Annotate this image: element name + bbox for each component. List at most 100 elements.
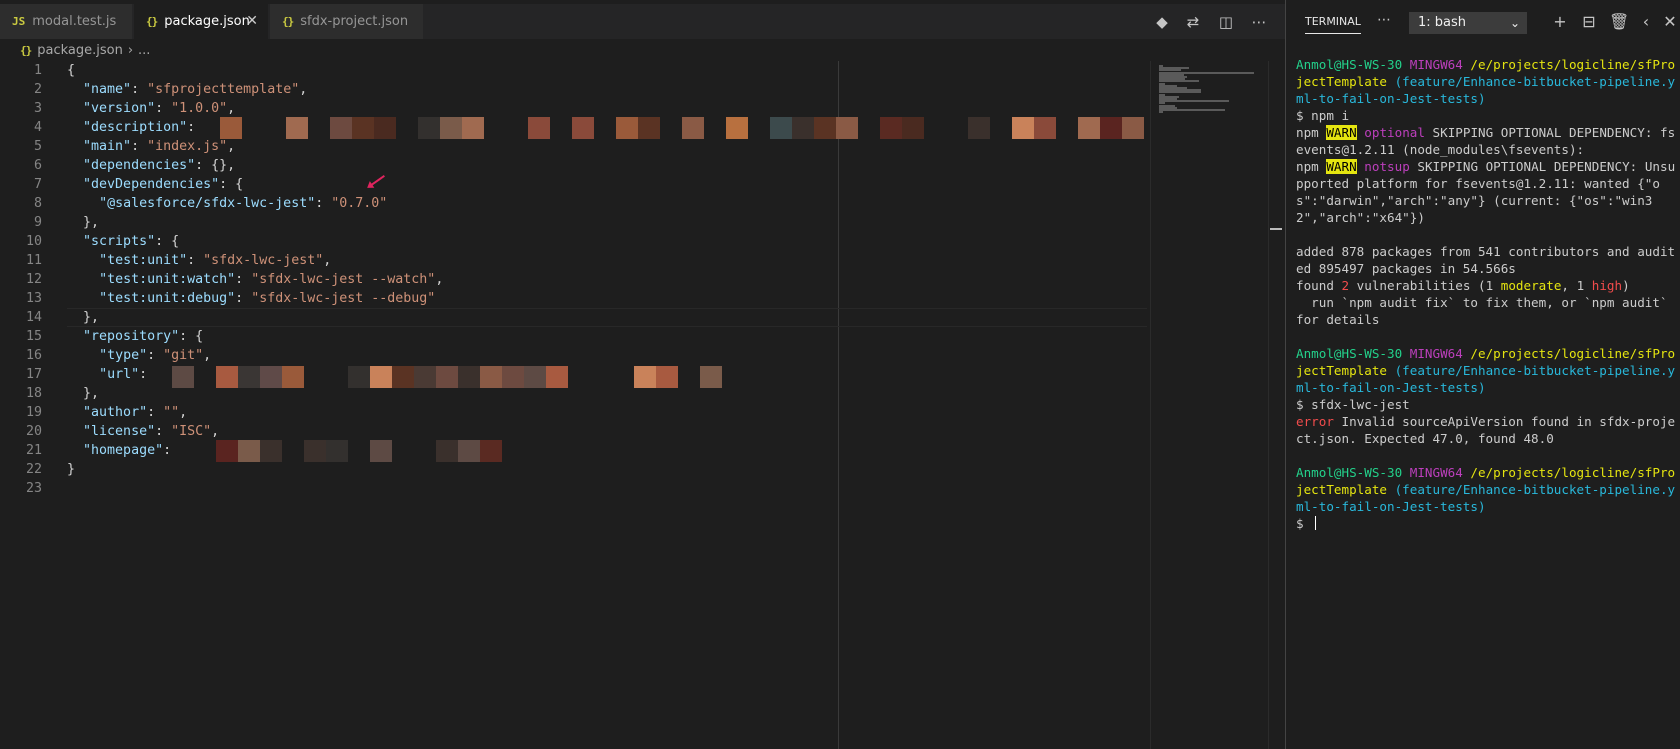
- breadcrumb: {} package.json › ...: [0, 39, 1150, 61]
- redaction-block: [502, 366, 524, 388]
- line-number: 23: [25, 481, 42, 496]
- terminal-text: WARN: [1326, 125, 1357, 140]
- split-editor-icon[interactable]: ◫: [1217, 13, 1235, 31]
- redaction-block: [770, 117, 792, 139]
- code-area[interactable]: 1{2 "name": "sfprojecttemplate", 3 "versi…: [0, 61, 1150, 749]
- code-line[interactable]: 8 "@salesforce/sfdx-lwc-jest": "0.7.0": [0, 194, 1150, 213]
- line-number: 12: [25, 272, 42, 287]
- terminal-line: npm WARN optional SKIPPING OPTIONAL DEPE…: [1296, 124, 1676, 158]
- terminal-text: Invalid sourceApiVersion found in sfdx-p…: [1296, 414, 1676, 446]
- scrollbar-position-mark: [1270, 228, 1282, 230]
- code-line[interactable]: 19 "author": "",: [0, 403, 1150, 422]
- minimap-line: [1159, 91, 1201, 94]
- code-line[interactable]: 15 "repository": {: [0, 327, 1150, 346]
- redaction-block: [348, 366, 370, 388]
- terminal-text: found: [1296, 278, 1342, 293]
- terminal-shell-value: 1: bash: [1418, 15, 1467, 30]
- tab-modal-test-js[interactable]: JS modal.test.js: [0, 4, 132, 39]
- code-text: "main": "index.js",: [83, 139, 236, 154]
- terminal-text: Anmol@HS-WS-30: [1296, 465, 1410, 480]
- line-number: 1: [33, 63, 42, 78]
- code-text: "version": "1.0.0",: [83, 101, 236, 116]
- code-line[interactable]: 16 "type": "git",: [0, 346, 1150, 365]
- new-terminal-icon[interactable]: +: [1551, 12, 1569, 32]
- kill-terminal-icon[interactable]: 🗑: [1609, 12, 1629, 32]
- more-icon[interactable]: ⋯: [1377, 12, 1391, 28]
- code-text: "dependencies": {},: [83, 158, 236, 173]
- redaction-block: [260, 366, 282, 388]
- terminal-shell-select[interactable]: 1: bash ⌄: [1409, 12, 1527, 34]
- code-line[interactable]: 22}: [0, 460, 1150, 479]
- redaction-block: [528, 117, 550, 139]
- code-text: "description":: [83, 120, 196, 135]
- redaction-block: [238, 440, 260, 462]
- code-line[interactable]: 13 "test:unit:debug": "sfdx-lwc-jest --d…: [0, 289, 1150, 308]
- open-changes-icon[interactable]: ◆: [1153, 13, 1171, 31]
- code-text: "url":: [99, 367, 148, 382]
- code-line[interactable]: 20 "license": "ISC",: [0, 422, 1150, 441]
- redaction-block: [260, 440, 282, 462]
- redaction-block: [436, 366, 458, 388]
- redaction-block: [330, 117, 352, 139]
- editor-pane[interactable]: JS modal.test.js {} package.json ✕ {} sf…: [0, 0, 1285, 749]
- terminal-text: MINGW64: [1409, 465, 1471, 480]
- breadcrumb-symbol[interactable]: ...: [138, 43, 150, 58]
- json-file-icon: {}: [282, 15, 294, 28]
- code-line[interactable]: 10 "scripts": {: [0, 232, 1150, 251]
- code-line[interactable]: 6 "dependencies": {},: [0, 156, 1150, 175]
- code-line[interactable]: 7 "devDependencies": {: [0, 175, 1150, 194]
- terminal-text: moderate: [1500, 278, 1562, 293]
- redaction-block: [546, 366, 568, 388]
- more-actions-icon[interactable]: ⋯: [1250, 13, 1268, 31]
- tab-sfdx-project-json[interactable]: {} sfdx-project.json: [270, 4, 423, 39]
- terminal-text: error: [1296, 414, 1334, 429]
- terminal-output[interactable]: Anmol@HS-WS-30 MINGW64 /e/projects/logic…: [1296, 56, 1676, 532]
- line-number: 10: [25, 234, 42, 249]
- terminal-text: MINGW64: [1409, 346, 1471, 361]
- terminal-text: , 1: [1561, 278, 1592, 293]
- tab-package-json[interactable]: {} package.json ✕: [134, 4, 268, 39]
- minimap[interactable]: [1150, 61, 1268, 749]
- redaction-block: [616, 117, 638, 139]
- compare-icon[interactable]: ⇄: [1184, 13, 1202, 31]
- terminal-cursor: [1315, 516, 1317, 530]
- code-line[interactable]: 3 "version": "1.0.0",: [0, 99, 1150, 118]
- redaction-block: [370, 366, 392, 388]
- line-number: 4: [33, 120, 42, 135]
- line-number: 20: [25, 424, 42, 439]
- redaction-block: [524, 366, 546, 388]
- line-number: 19: [25, 405, 42, 420]
- code-line[interactable]: 14 },: [0, 308, 1150, 327]
- code-line[interactable]: 1{: [0, 61, 1150, 80]
- terminal-line: found 2 vulnerabilities (1 moderate, 1 h…: [1296, 277, 1676, 294]
- code-line[interactable]: 9 },: [0, 213, 1150, 232]
- tab-label: package.json: [164, 14, 250, 29]
- terminal-panel[interactable]: TERMINAL ⋯ 1: bash ⌄ + ⊟ 🗑 ‹ ✕ Anmol@HS-…: [1285, 0, 1680, 749]
- tab-label: modal.test.js: [32, 14, 117, 29]
- redaction-block: [638, 117, 660, 139]
- code-line[interactable]: 2 "name": "sfprojecttemplate",: [0, 80, 1150, 99]
- close-icon[interactable]: ✕: [1661, 12, 1679, 32]
- code-line[interactable]: 11 "test:unit": "sfdx-lwc-jest",: [0, 251, 1150, 270]
- redaction-block: [392, 366, 414, 388]
- code-text: {: [67, 63, 76, 78]
- vertical-scrollbar[interactable]: [1268, 61, 1282, 749]
- code-line[interactable]: 5 "main": "index.js",: [0, 137, 1150, 156]
- redaction-block: [902, 117, 924, 139]
- code-text: },: [83, 386, 100, 401]
- redaction-block: [880, 117, 902, 139]
- terminal-tab[interactable]: TERMINAL: [1305, 15, 1361, 34]
- code-line[interactable]: 21 "homepage":: [0, 441, 1150, 460]
- redaction-block: [370, 440, 392, 462]
- code-line[interactable]: 12 "test:unit:watch": "sfdx-lwc-jest --w…: [0, 270, 1150, 289]
- breadcrumb-file[interactable]: package.json: [37, 43, 123, 58]
- maximize-icon[interactable]: ‹: [1637, 12, 1655, 32]
- split-terminal-icon[interactable]: ⊟: [1580, 12, 1598, 32]
- json-file-icon: {}: [20, 43, 32, 57]
- line-number: 17: [25, 367, 42, 382]
- code-line[interactable]: 23: [0, 479, 1150, 498]
- redaction-block: [286, 117, 308, 139]
- chevron-right-icon: ›: [127, 42, 134, 58]
- javascript-file-icon: JS: [12, 15, 26, 28]
- close-icon[interactable]: ✕: [246, 13, 258, 29]
